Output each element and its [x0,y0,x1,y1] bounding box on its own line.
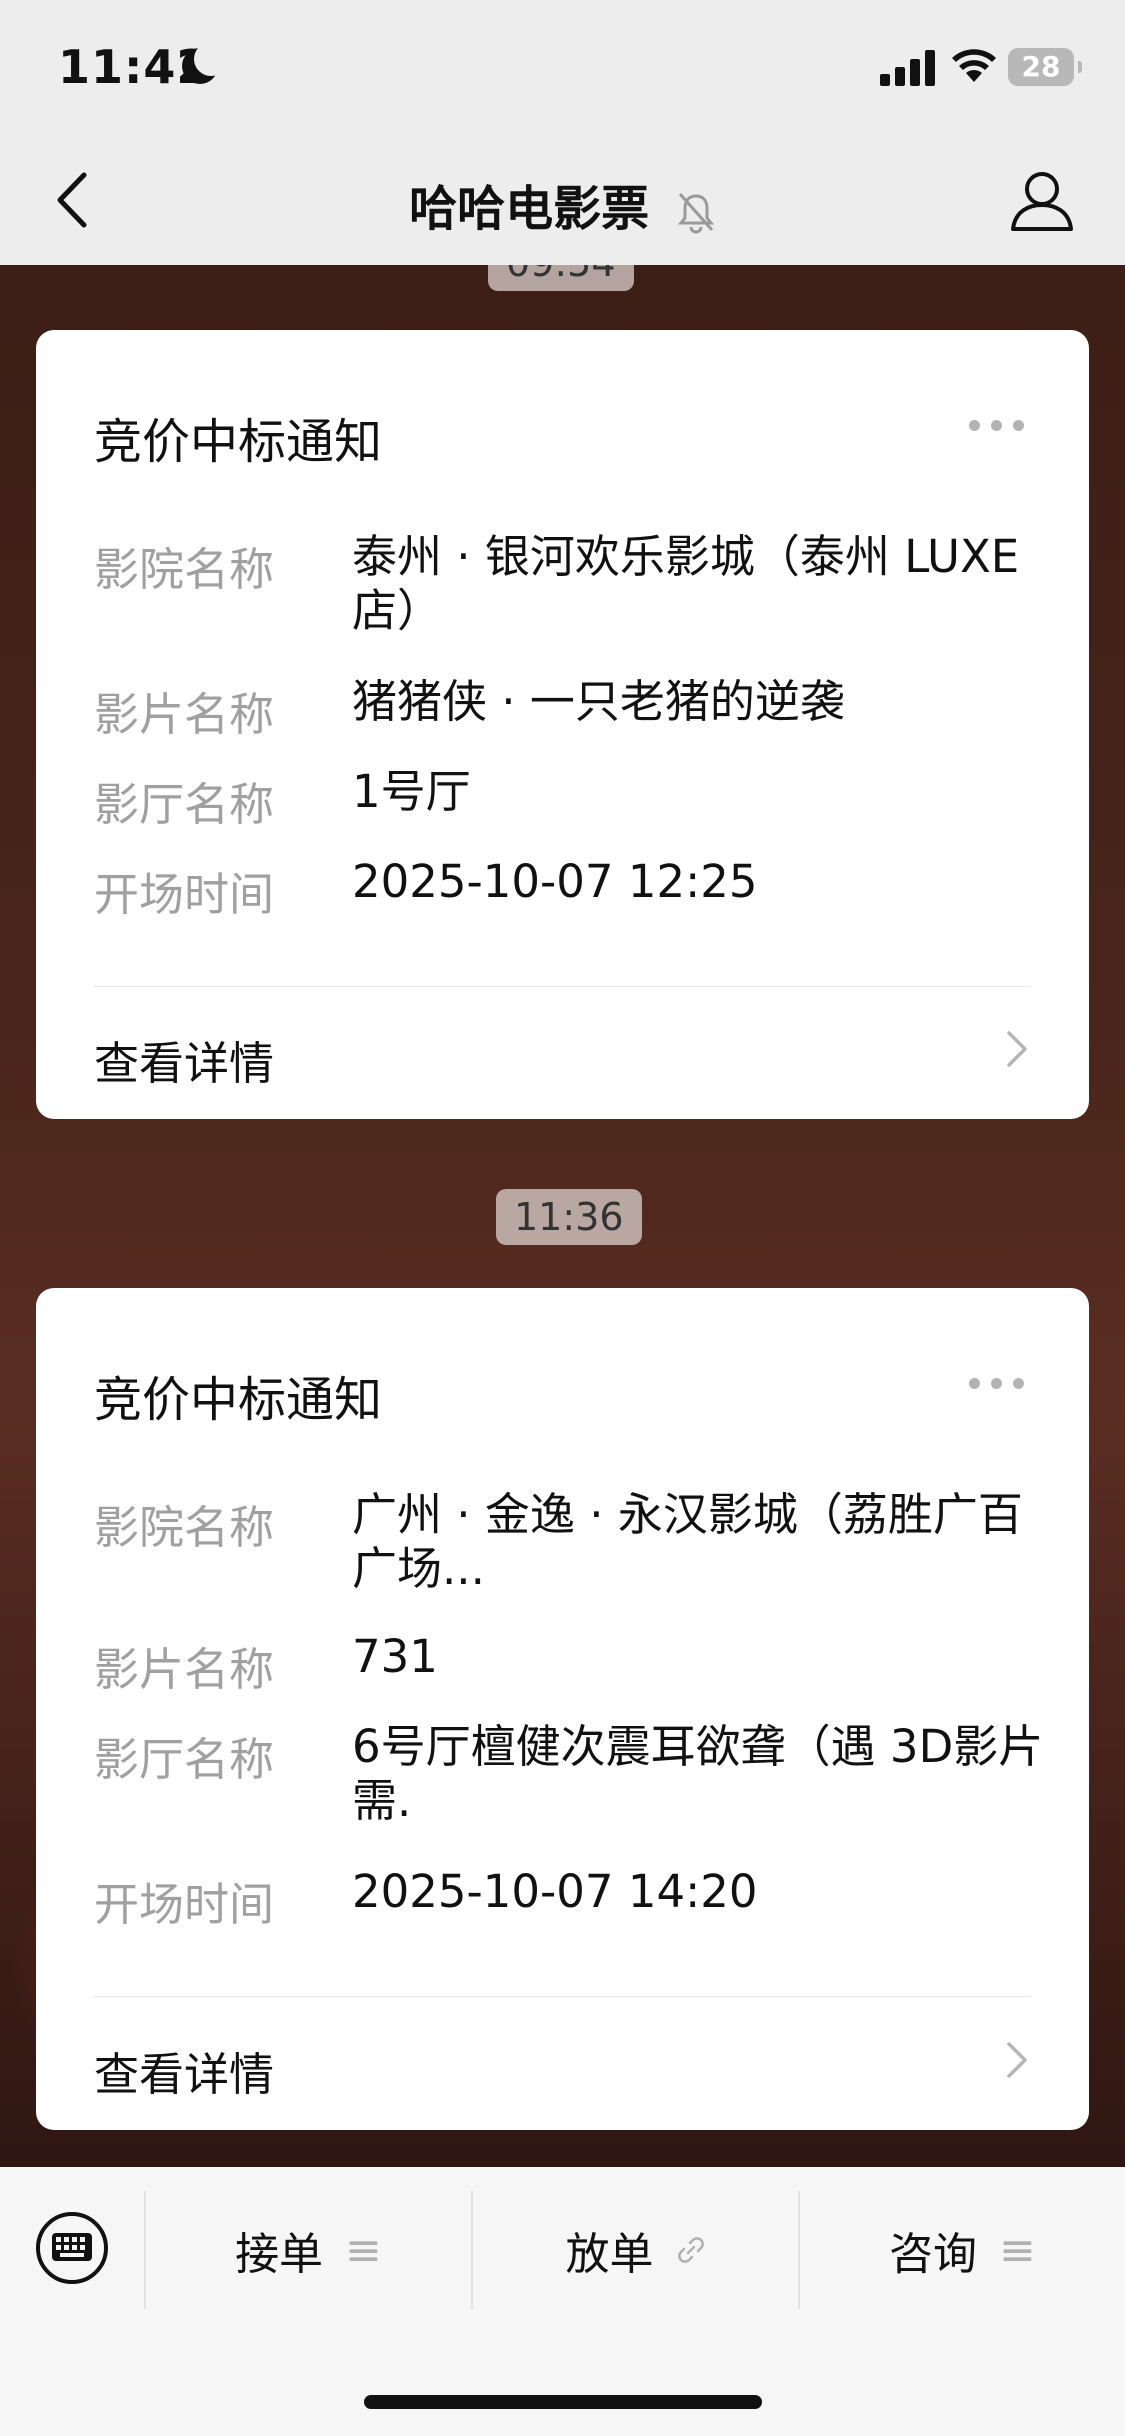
chat-title: 哈哈电影票 [0,169,1125,239]
cinema-name-value: 广州 · 金逸 · 永汉影城（荔胜广百广场... [352,1488,1023,1595]
more-options-icon[interactable] [969,1376,1025,1392]
notification-card[interactable]: 竞价中标通知 影院名称 广州 · 金逸 · 永汉影城（荔胜广百广场... 影片名… [36,1288,1089,2130]
menu-item-accept-order[interactable]: 接单 ≡ [146,2167,471,2333]
hall-name-label: 影厅名称 [94,1733,275,1786]
keyboard-toggle-icon[interactable] [34,2210,110,2286]
menu-item-label: 咨询 [889,2229,978,2280]
list-icon: ≡ [999,2224,1036,2276]
hall-name-value: 1号厅 [352,765,471,818]
notification-card[interactable]: 竞价中标通知 影院名称 泰州 · 银河欢乐影城（泰州 LUXE店） 影片名称 猪… [36,330,1089,1119]
movie-name-value: 731 [352,1630,438,1683]
card-divider [94,1996,1031,1997]
showtime-label: 开场时间 [94,1878,275,1931]
menu-item-post-order[interactable]: 放单 [473,2167,798,2333]
home-indicator[interactable] [364,2395,762,2409]
cinema-name-label: 影院名称 [94,1501,275,1554]
hall-name-value: 6号厅檀健次震耳欲聋（遇 3D影片需. [352,1720,1044,1827]
movie-name-value: 猪猪侠 · 一只老猪的逆袭 [352,675,845,728]
menu-item-label: 接单 [235,2229,324,2280]
timestamp-pill: 09:54 [488,265,634,291]
more-options-icon[interactable] [969,418,1025,434]
movie-name-label: 影片名称 [94,1643,275,1696]
cinema-name-label: 影院名称 [94,543,275,596]
card-title: 竞价中标通知 [94,414,383,470]
mute-bell-icon [677,193,714,234]
view-details-link[interactable]: 查看详情 [94,2038,274,2103]
menu-item-consult[interactable]: 咨询 ≡ [800,2167,1125,2333]
menu-item-label: 放单 [565,2229,654,2280]
moon-icon [182,42,228,84]
profile-button[interactable] [1005,163,1079,237]
hall-name-label: 影厅名称 [94,778,275,831]
chat-background[interactable]: 09:54 竞价中标通知 影院名称 泰州 · 银河欢乐影城（泰州 LUXE店） … [0,265,1125,2167]
showtime-label: 开场时间 [94,868,275,921]
cellular-signal-icon [880,48,938,86]
wifi-icon [952,49,996,82]
link-icon [677,2237,704,2263]
chevron-right-icon [1007,1031,1027,1067]
battery-icon: 28 [1008,48,1082,86]
movie-name-label: 影片名称 [94,688,275,741]
showtime-value: 2025-10-07 12:25 [352,855,758,908]
card-divider [94,986,1031,987]
status-bar: 11:42 28 [0,0,1125,135]
card-title: 竞价中标通知 [94,1372,383,1428]
chat-title-text: 哈哈电影票 [409,181,650,237]
chevron-right-icon [1007,2042,1027,2078]
nav-bar: 哈哈电影票 [0,135,1125,265]
cinema-name-value: 泰州 · 银河欢乐影城（泰州 LUXE店） [352,530,1020,637]
view-details-link[interactable]: 查看详情 [94,1027,274,1092]
timestamp-pill: 11:36 [496,1189,642,1245]
showtime-value: 2025-10-07 14:20 [352,1865,758,1918]
list-icon: ≡ [345,2224,382,2276]
